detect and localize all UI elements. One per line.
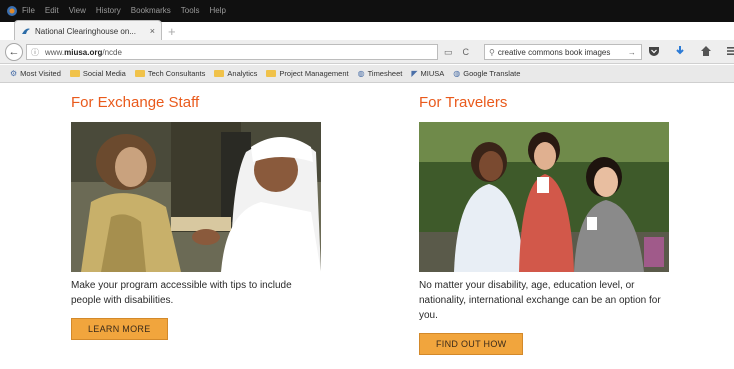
- bookmark-google-translate[interactable]: ◍ Google Translate: [453, 69, 520, 78]
- folder-icon: [214, 70, 225, 77]
- download-icon[interactable]: [674, 45, 686, 57]
- bookmark-label: Social Media: [82, 69, 126, 78]
- menu-bar: File Edit View History Bookmarks Tools H…: [22, 6, 226, 15]
- bookmark-timesheet[interactable]: ◍ Timesheet: [358, 69, 403, 78]
- find-out-how-button[interactable]: FIND OUT HOW: [419, 333, 524, 355]
- search-icon: ⚲: [489, 47, 495, 57]
- browser-tab[interactable]: National Clearinghouse on... ×: [14, 20, 162, 41]
- navigation-toolbar: ← ⓘ www.miusa.org/ncde ▭ C ⚲ →: [0, 40, 734, 64]
- url-prefix: www.: [45, 47, 65, 57]
- home-icon[interactable]: [700, 45, 712, 57]
- site-info-icon[interactable]: ⓘ: [31, 47, 39, 58]
- pocket-icon[interactable]: [648, 45, 660, 57]
- bookmark-miusa[interactable]: ◤ MIUSA: [411, 69, 444, 78]
- menu-help[interactable]: Help: [209, 6, 225, 15]
- bookmark-label: Timesheet: [367, 69, 403, 78]
- section-description: Make your program accessible with tips t…: [71, 280, 292, 306]
- bookmark-label: Project Management: [279, 69, 349, 78]
- gear-icon: ⚙: [10, 69, 18, 78]
- reader-view-icon[interactable]: ▭: [444, 47, 453, 58]
- folder-icon: [134, 70, 145, 77]
- window-titlebar: File Edit View History Bookmarks Tools H…: [0, 0, 734, 22]
- bookmark-label: MIUSA: [420, 69, 445, 78]
- search-box[interactable]: ⚲ →: [484, 44, 642, 60]
- menu-file[interactable]: File: [22, 6, 35, 15]
- folder-icon: [69, 70, 80, 77]
- exchange-staff-photo: [71, 122, 321, 272]
- reload-icon[interactable]: C: [463, 47, 470, 58]
- travelers-section: For Travelers No matter your disability,…: [419, 94, 689, 355]
- search-go-icon[interactable]: →: [628, 48, 636, 57]
- section-title: For Travelers: [419, 94, 508, 111]
- new-tab-button[interactable]: +: [168, 24, 176, 39]
- url-domain: miusa.org: [64, 47, 103, 57]
- search-input[interactable]: [497, 47, 628, 57]
- section-title: For Exchange Staff: [71, 94, 200, 111]
- menu-bookmarks[interactable]: Bookmarks: [131, 6, 171, 15]
- back-button[interactable]: ←: [5, 43, 23, 61]
- globe-icon: ◍: [453, 69, 461, 78]
- section-description: No matter your disability, age, educatio…: [419, 280, 661, 321]
- miusa-logo-icon: [22, 28, 30, 34]
- tab-close-icon[interactable]: ×: [150, 26, 155, 36]
- url-path: /ncde: [102, 47, 122, 57]
- menu-edit[interactable]: Edit: [45, 6, 59, 15]
- toolbar-icons: [648, 45, 734, 57]
- back-arrow-icon: ←: [8, 46, 20, 58]
- url-text: www.miusa.org/ncde: [45, 48, 122, 57]
- menu-icon[interactable]: [726, 45, 734, 57]
- globe-icon: ◍: [357, 69, 365, 78]
- bookmark-tech-consultants[interactable]: Tech Consultants: [134, 69, 206, 78]
- travelers-photo: [419, 122, 669, 272]
- firefox-icon: [7, 6, 17, 16]
- page-content: For Exchange Staff Make your program acc…: [0, 84, 734, 369]
- bookmark-analytics[interactable]: Analytics: [214, 69, 257, 78]
- bookmark-label: Google Translate: [463, 69, 521, 78]
- bookmark-most-visited[interactable]: ⚙ Most Visited: [10, 69, 61, 78]
- menu-history[interactable]: History: [96, 6, 121, 15]
- learn-more-button[interactable]: LEARN MORE: [71, 318, 168, 340]
- url-tools: ▭ C: [444, 47, 469, 58]
- exchange-staff-section: For Exchange Staff Make your program acc…: [71, 94, 331, 340]
- folder-icon: [266, 70, 277, 77]
- menu-view[interactable]: View: [69, 6, 86, 15]
- bookmark-label: Tech Consultants: [147, 69, 206, 78]
- bookmark-label: Most Visited: [20, 69, 61, 78]
- bookmarks-toolbar: ⚙ Most Visited Social Media Tech Consulta…: [0, 65, 734, 83]
- miusa-logo-icon: ◤: [411, 69, 418, 78]
- menu-tools[interactable]: Tools: [181, 6, 200, 15]
- bookmark-social-media[interactable]: Social Media: [69, 69, 126, 78]
- bookmark-project-management[interactable]: Project Management: [266, 69, 349, 78]
- tab-title: National Clearinghouse on...: [35, 26, 136, 36]
- bookmark-label: Analytics: [227, 69, 258, 78]
- address-bar[interactable]: ⓘ www.miusa.org/ncde: [26, 44, 438, 60]
